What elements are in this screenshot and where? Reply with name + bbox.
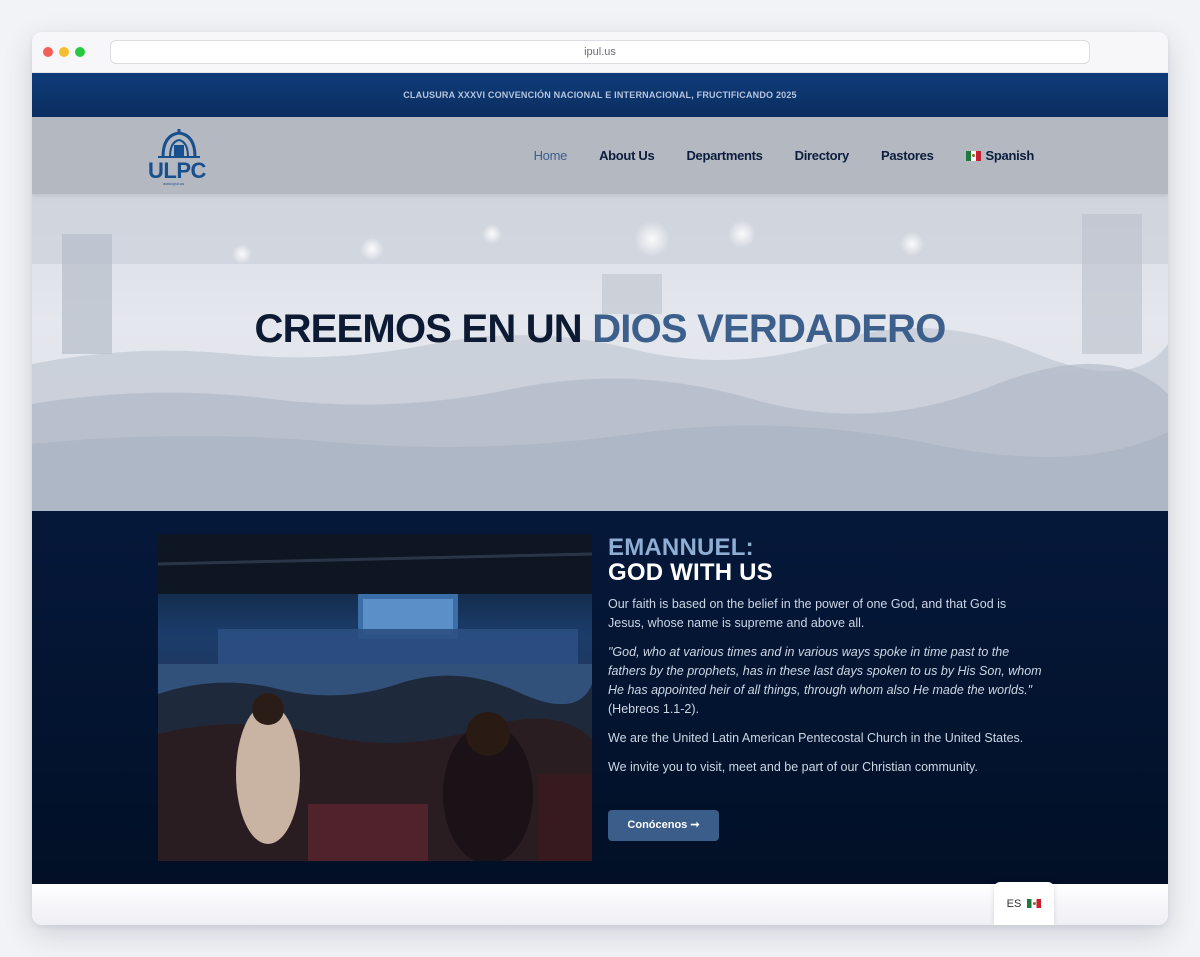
hero-title: CREEMOS EN UN DIOS VERDADERO — [32, 307, 1168, 352]
mexico-flag-icon — [965, 151, 981, 161]
hero-title-accent: DIOS VERDADERO — [592, 307, 946, 351]
about-scripture-quote: "God, who at various times and in variou… — [608, 643, 1044, 719]
about-paragraph-identity: We are the United Latin American Penteco… — [608, 731, 1024, 745]
ulpc-logo[interactable]: ULPC www.ipul.us — [148, 129, 210, 187]
dome-icon — [158, 129, 200, 158]
nav-item-departments[interactable]: Departments — [686, 148, 762, 163]
site-header: ULPC www.ipul.us Home About Us Departmen… — [32, 117, 1168, 194]
nav-item-about-us[interactable]: About Us — [599, 148, 655, 163]
congregation-image — [158, 534, 592, 861]
scripture-reference: (Hebreos 1.1-2). — [608, 702, 700, 716]
close-window-button[interactable] — [43, 47, 53, 57]
logo-subtext: www.ipul.us — [163, 181, 185, 186]
nav-item-directory[interactable]: Directory — [795, 148, 850, 163]
nav-item-language[interactable]: Spanish — [965, 148, 1035, 163]
about-heading-line1: EMANNUEL: — [608, 534, 754, 561]
scripture-text: "God, who at various times and in variou… — [608, 645, 1042, 697]
congregation-photo — [158, 534, 592, 861]
about-text-block: EMANNUEL: GOD WITH US Our faith is based… — [608, 535, 1044, 777]
language-code: ES — [1006, 897, 1022, 910]
about-heading: EMANNUEL: GOD WITH US — [608, 535, 1044, 585]
hero-section: CREEMOS EN UN DIOS VERDADERO — [32, 194, 1168, 511]
conocenos-button[interactable]: Conócenos ➞ — [608, 810, 719, 841]
main-menu: Home About Us Departments Directory Past… — [534, 117, 1035, 194]
hero-background-image — [32, 194, 1168, 511]
nav-item-home[interactable]: Home — [534, 148, 568, 163]
nav-item-pastores[interactable]: Pastores — [881, 148, 934, 163]
footer-strip: ES — [32, 882, 1168, 925]
browser-window: ipul.us CLAUSURA XXXVI CONVENCIÓN NACION… — [32, 32, 1168, 925]
about-heading-line2: GOD WITH US — [608, 559, 773, 586]
address-bar[interactable]: ipul.us — [110, 40, 1090, 64]
minimize-window-button[interactable] — [59, 47, 69, 57]
mexico-flag-icon — [1027, 899, 1042, 908]
language-switcher-widget[interactable]: ES — [994, 882, 1054, 925]
nav-item-language-label: Spanish — [985, 148, 1035, 163]
about-paragraph-faith: Our faith is based on the belief in the … — [608, 597, 1007, 630]
announcement-bar: CLAUSURA XXXVI CONVENCIÓN NACIONAL E INT… — [32, 73, 1168, 117]
about-section: EMANNUEL: GOD WITH US Our faith is based… — [32, 511, 1168, 884]
maximize-window-button[interactable] — [75, 47, 85, 57]
about-paragraph-invite: We invite you to visit, meet and be part… — [608, 760, 978, 774]
hero-title-main: CREEMOS EN UN — [254, 307, 593, 351]
browser-chrome: ipul.us — [32, 32, 1168, 73]
